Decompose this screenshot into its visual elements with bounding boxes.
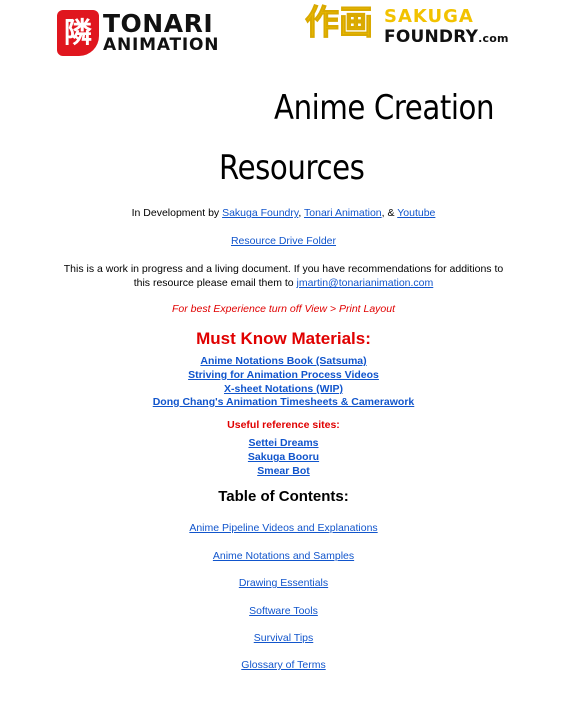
tonari-logo-subtitle: ANIMATION — [103, 35, 220, 55]
tonari-badge-icon: 隣 — [57, 10, 99, 56]
useful-sites-heading: Useful reference sites: — [227, 419, 340, 431]
must-know-item[interactable]: Dong Chang's Animation Timesheets & Came… — [153, 396, 415, 408]
toc-item[interactable]: Anime Notations and Samples — [213, 550, 354, 562]
toc-heading: Table of Contents: — [218, 488, 349, 505]
tonari-logo-title: TONARI — [103, 9, 214, 38]
useful-site-link[interactable]: Smear Bot — [257, 465, 310, 477]
toc-item[interactable]: Software Tools — [249, 605, 318, 617]
intro-line-2: this resource please email them to jmart… — [133, 277, 434, 289]
toc-item[interactable]: Glossary of Terms — [241, 659, 325, 671]
print-layout-note: For best Experience turn off View > Prin… — [171, 303, 396, 315]
tonari-animation-link[interactable]: Tonari Animation — [304, 207, 382, 219]
sakuga-foundry-logo: 作画 SAKUGA FOUNDRY.com — [305, 6, 510, 50]
sakuga-foundry-link[interactable]: Sakuga Foundry — [222, 207, 298, 219]
email-link[interactable]: jmartin@tonarianimation.com — [297, 277, 434, 289]
resource-drive-folder-link[interactable]: Resource Drive Folder — [231, 235, 336, 247]
credits-line: In Development by Sakuga Foundry, Tonari… — [131, 207, 436, 219]
toc-item[interactable]: Anime Pipeline Videos and Explanations — [189, 522, 377, 534]
must-know-heading: Must Know Materials: — [196, 329, 371, 348]
tonari-animation-logo: 隣 TONARI ANIMATION — [57, 9, 220, 56]
toc-item[interactable]: Drawing Essentials — [239, 577, 328, 589]
toc-item[interactable]: Survival Tips — [254, 632, 314, 644]
sakuga-logo-word: SAKUGA — [384, 6, 474, 27]
sakuga-kanji-mark: 作画 — [305, 3, 374, 43]
page-title-line-1: Anime Creation — [274, 88, 495, 128]
intro-line-1: This is a work in progress and a living … — [63, 263, 504, 275]
sakuga-logo-dotcom: .com — [478, 32, 509, 45]
page-title-line-2: Resources — [219, 148, 365, 188]
youtube-link[interactable]: Youtube — [397, 207, 435, 219]
sakuga-logo-foundry: FOUNDRY.com — [384, 27, 509, 47]
